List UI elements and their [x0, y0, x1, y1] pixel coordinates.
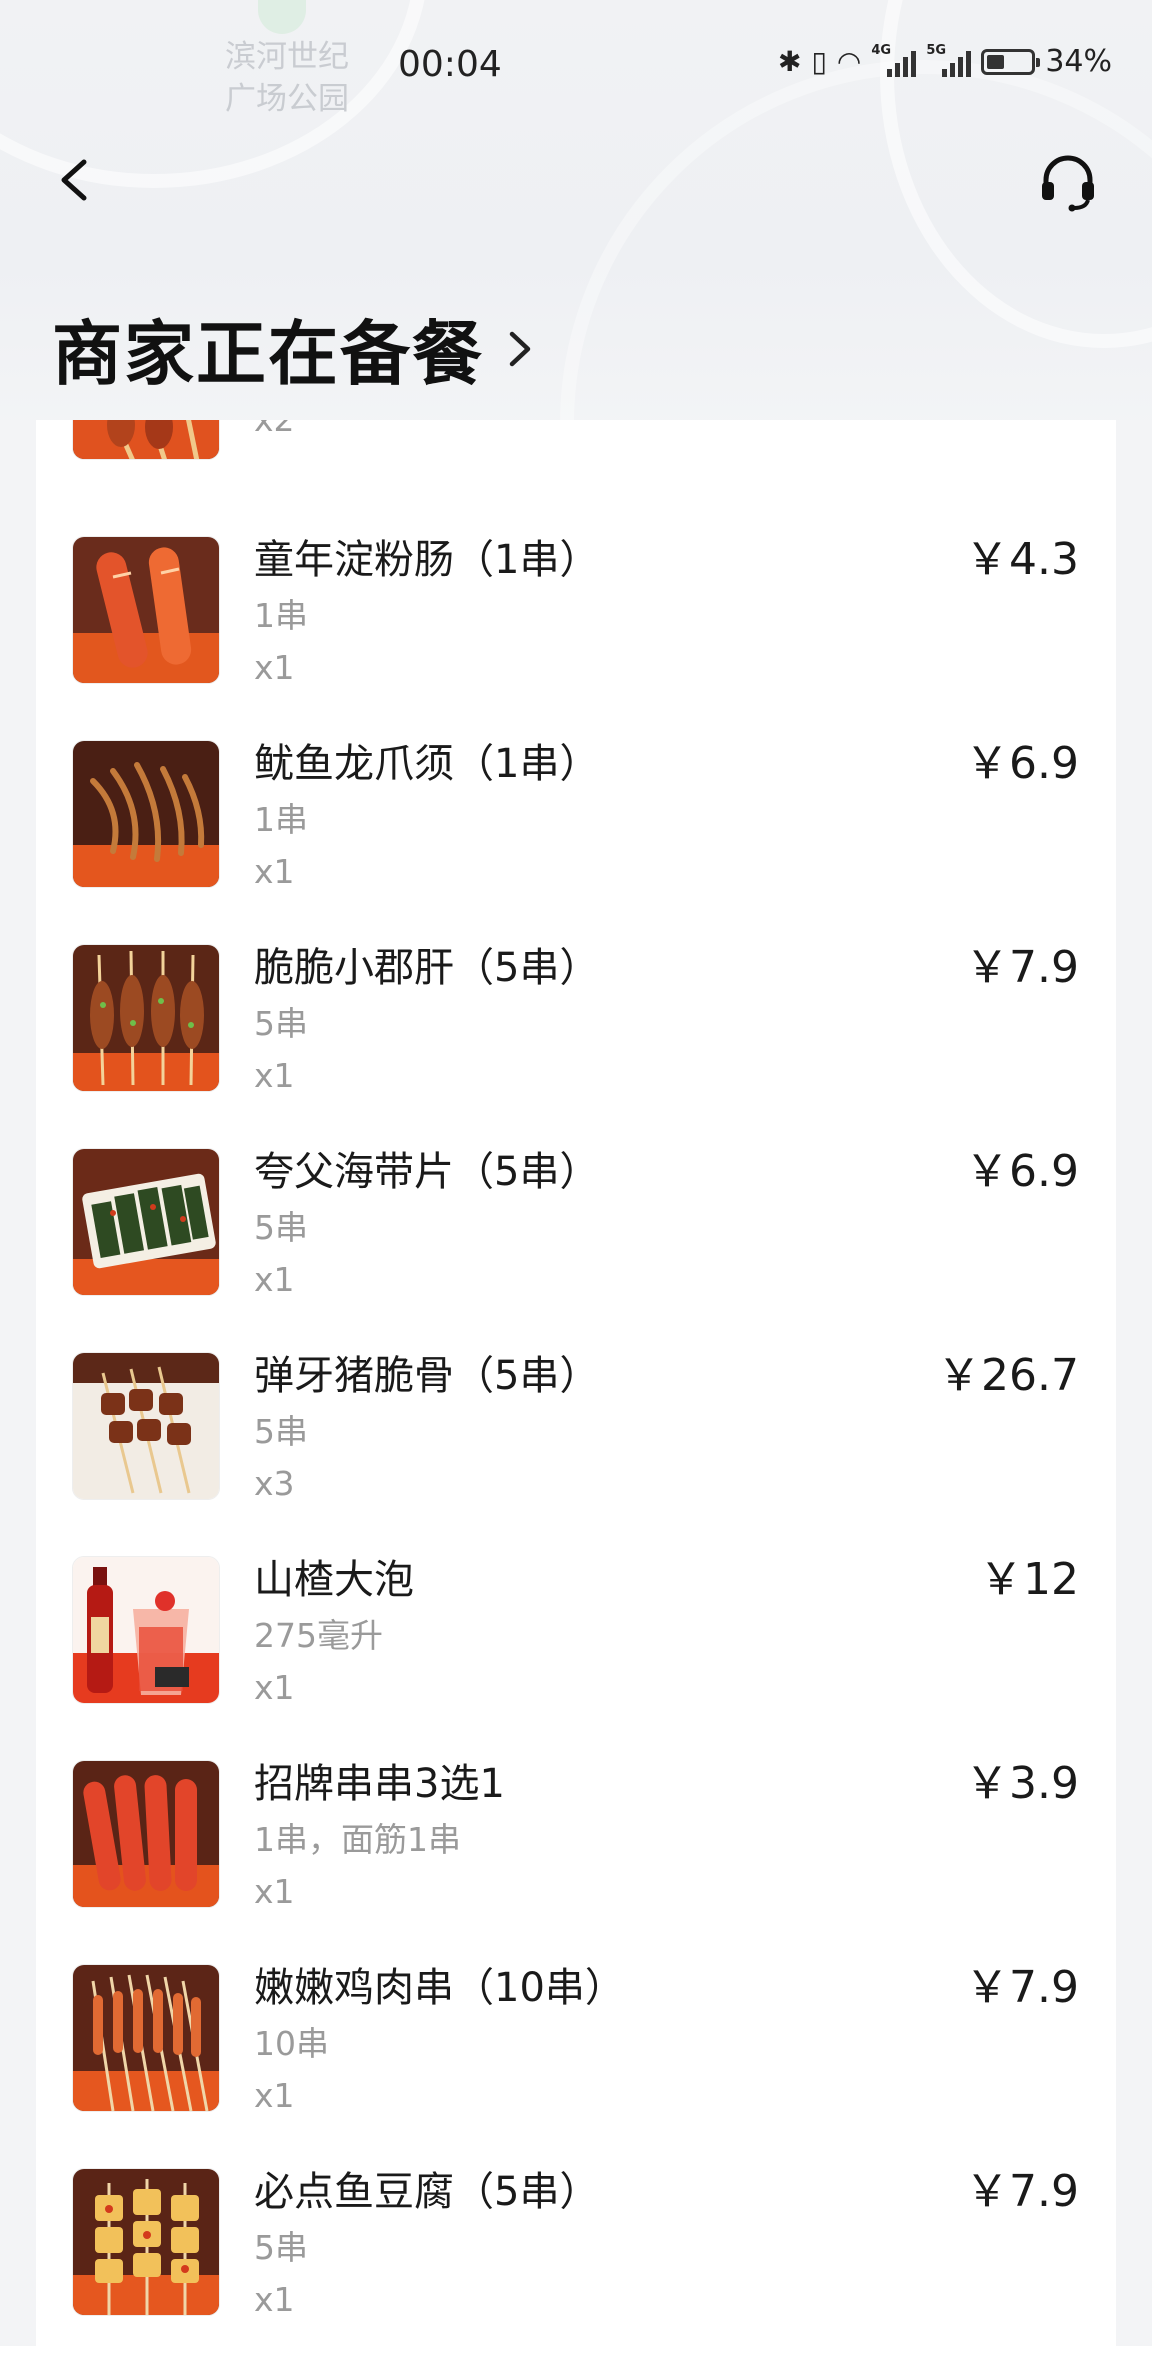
order-item: 山楂大泡 275毫升 x1 ￥12	[36, 1552, 1116, 1756]
order-items-card: 1串 x2 童年淀粉肠（1串） 1串 x1 ￥4.3	[36, 420, 1116, 2376]
item-spec: 1串	[254, 596, 308, 635]
item-price: ￥6.9	[965, 1146, 1079, 1197]
skewer-grill-photo	[72, 420, 220, 460]
item-name: 鱿鱼龙爪须（1串）	[254, 741, 600, 787]
item-spec: 5串	[254, 2228, 308, 2267]
item-spec: 5串	[254, 1004, 308, 1043]
battery-icon	[981, 48, 1041, 75]
item-quantity: x3	[254, 1464, 295, 1503]
order-item: 1串 x2	[36, 420, 1116, 512]
item-spec: 275毫升	[254, 1616, 383, 1655]
chicken-gizzard-photo	[72, 944, 220, 1092]
item-quantity: x1	[254, 1872, 295, 1911]
hawthorn-drink-photo	[72, 1556, 220, 1704]
item-price: ￥26.7	[937, 1350, 1079, 1401]
status-time: 00:04	[398, 44, 502, 85]
bluetooth-icon: ✱	[777, 45, 802, 78]
item-quantity: x1	[254, 2280, 295, 2319]
item-spec: 5串	[254, 1412, 308, 1451]
battery-percent: 34%	[1045, 44, 1112, 79]
signal-4g-label: 4G	[871, 42, 892, 58]
order-item: 嫩嫩鸡肉串（10串） 10串 x1 ￥7.9	[36, 1960, 1116, 2164]
item-price: ￥7.9	[965, 2166, 1079, 2217]
status-bar: 00:04 ✱ ▯ ◠ 4G 5G 34%	[0, 0, 1152, 130]
order-item: 童年淀粉肠（1串） 1串 x1 ￥4.3	[36, 532, 1116, 736]
item-quantity: x1	[254, 2076, 295, 2115]
vibrate-icon: ▯	[811, 45, 827, 78]
signal-5g-icon: 5G	[926, 43, 972, 77]
item-price: ￥7.9	[965, 942, 1079, 993]
signature-skewer-photo	[72, 1760, 220, 1908]
bottom-safe-area	[0, 2346, 1152, 2376]
item-price: ￥6.9	[965, 738, 1079, 789]
fish-tofu-photo	[72, 2168, 220, 2316]
kelp-skewer-photo	[72, 1148, 220, 1296]
chevron-right-icon	[509, 331, 531, 366]
signal-5g-label: 5G	[926, 42, 947, 58]
item-quantity: x1	[254, 1260, 295, 1299]
item-name: 必点鱼豆腐（5串）	[254, 2169, 600, 2215]
signal-4g-icon: 4G	[871, 43, 917, 77]
order-item: 必点鱼豆腐（5串） 5串 x1 ￥7.9	[36, 2164, 1116, 2368]
page-title: 商家正在备餐	[52, 313, 484, 395]
chevron-left-icon	[61, 159, 87, 201]
order-item: 脆脆小郡肝（5串） 5串 x1 ￥7.9	[36, 940, 1116, 1144]
item-price: ￥7.9	[965, 1962, 1079, 2013]
chicken-skewer-photo	[72, 1964, 220, 2112]
item-spec: 1串	[254, 800, 308, 839]
wifi-icon: ◠	[836, 45, 862, 78]
item-price: ￥12	[979, 1554, 1079, 1605]
order-item: 鱿鱼龙爪须（1串） 1串 x1 ￥6.9	[36, 736, 1116, 940]
item-spec: 5串	[254, 1208, 308, 1247]
starch-sausage-photo	[72, 536, 220, 684]
item-name: 弹牙猪脆骨（5串）	[254, 1353, 600, 1399]
item-quantity: x1	[254, 852, 295, 891]
item-quantity: x1	[254, 1056, 295, 1095]
item-price: ￥3.9	[965, 1758, 1079, 1809]
item-name: 山楂大泡	[254, 1557, 414, 1603]
item-name: 嫩嫩鸡肉串（10串）	[254, 1965, 625, 2011]
item-quantity: x1	[254, 1668, 295, 1707]
customer-service-button[interactable]	[1036, 150, 1100, 214]
item-name: 招牌串串3选1	[254, 1761, 505, 1807]
item-name: 脆脆小郡肝（5串）	[254, 945, 600, 991]
order-status-header[interactable]: 商家正在备餐	[52, 298, 534, 399]
item-quantity: x1	[254, 648, 295, 687]
back-button[interactable]	[52, 150, 100, 210]
item-name: 夸父海带片（5串）	[254, 1149, 600, 1195]
status-icons: ✱ ▯ ◠ 4G 5G 34%	[777, 43, 1112, 80]
item-name: 童年淀粉肠（1串）	[254, 537, 600, 583]
item-quantity: x2	[254, 420, 295, 442]
item-price: ￥4.3	[965, 534, 1079, 585]
pork-cartilage-photo	[72, 1352, 220, 1500]
order-item: 弹牙猪脆骨（5串） 5串 x3 ￥26.7	[36, 1348, 1116, 1552]
item-spec: 10串	[254, 2024, 329, 2063]
headset-icon	[1042, 155, 1094, 212]
item-spec: 1串，面筋1串	[254, 1820, 461, 1859]
order-item: 夸父海带片（5串） 5串 x1 ￥6.9	[36, 1144, 1116, 1348]
squid-tentacle-photo	[72, 740, 220, 888]
order-item: 招牌串串3选1 1串，面筋1串 x1 ￥3.9	[36, 1756, 1116, 1960]
